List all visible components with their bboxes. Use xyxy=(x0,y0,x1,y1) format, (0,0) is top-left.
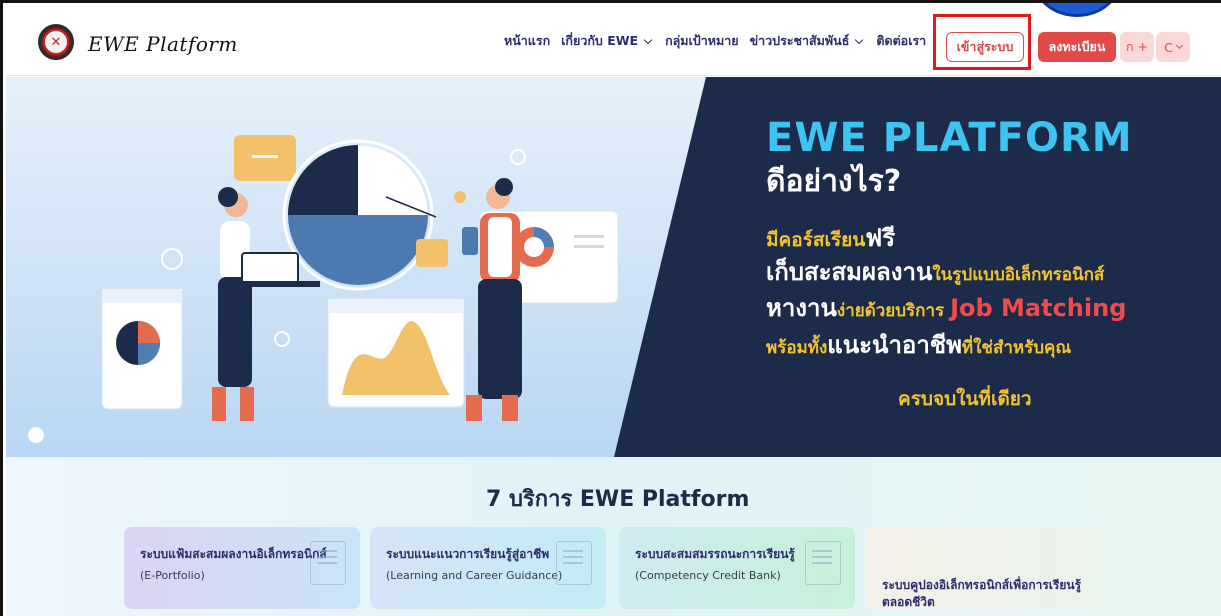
nav-item-about[interactable]: เกี่ยวกับ EWE xyxy=(561,31,654,51)
hero-line-career: พร้อมทั้งแนะนำอาชีพที่ใช่สำหรับคุณ xyxy=(766,329,1206,364)
logo-mark-icon: ✕ xyxy=(50,34,62,50)
services-section: 7 บริการ EWE Platform ระบบแฟ้มสะสมผลงานอ… xyxy=(6,457,1221,616)
nav-label: ติดต่อเรา xyxy=(876,33,927,48)
nav-label: หน้าแรก xyxy=(504,33,551,48)
register-button[interactable]: ลงทะเบียน xyxy=(1038,32,1116,62)
page-frame: ✕ EWE Platform หน้าแรก เกี่ยวกับ EWE กลุ… xyxy=(0,0,1221,616)
service-card-career-guidance[interactable]: ระบบแนะแนวการเรียนรู้สู่อาชีพ (Learning … xyxy=(370,527,606,609)
hero-text: ในรูปแบบอิเล็กทรอนิกส์ xyxy=(932,265,1105,285)
portfolio-icon xyxy=(310,541,346,585)
nav-label: ข่าวประชาสัมพันธ์ xyxy=(749,33,850,48)
guidance-icon xyxy=(556,541,592,585)
contrast-label: C xyxy=(1164,39,1173,55)
hero-text: ที่ใช่สำหรับคุณ xyxy=(961,338,1072,358)
nav-item-home[interactable]: หน้าแรก xyxy=(504,31,550,51)
hero-text: พร้อมทั้ง xyxy=(766,338,828,358)
ewe-logo-icon[interactable]: ✕ xyxy=(38,24,74,60)
hero-text: ง่ายด้วยบริการ xyxy=(836,301,945,321)
hero-line-free-courses: มีคอร์สเรียนฟรี xyxy=(766,225,1206,253)
service-card-e-portfolio[interactable]: ระบบแฟ้มสะสมผลงานอิเล็กทรอนิกส์ (E-Portf… xyxy=(124,527,360,609)
card-title: ระบบคูปองอิเล็กทรอนิกส์เพื่อการเรียนรู้ต… xyxy=(882,578,1082,609)
font-size-button[interactable]: ก + xyxy=(1120,32,1154,62)
main-nav: หน้าแรก เกี่ยวกับ EWE กลุ่มเป้าหมาย ข่าว… xyxy=(504,31,926,51)
credit-bank-icon xyxy=(805,541,841,585)
nav-item-contact[interactable]: ติดต่อเรา xyxy=(876,31,926,51)
hero-line-all-in-one: ครบจบในที่เดียว xyxy=(898,388,1032,410)
nav-item-target-groups[interactable]: กลุ่มเป้าหมาย xyxy=(665,31,739,51)
chevron-down-icon xyxy=(855,35,864,44)
hero-subtitle: ดีอย่างไร? xyxy=(766,164,902,199)
hero-text: ฟรี xyxy=(865,224,896,252)
contrast-button[interactable]: C xyxy=(1156,32,1190,62)
hero-text: Job Matching xyxy=(950,294,1127,322)
hero-text: หางาน xyxy=(766,294,837,322)
hero-line-portfolio: เก็บสะสมผลงานในรูปแบบอิเล็กทรอนิกส์ xyxy=(766,257,1206,290)
brand-name[interactable]: EWE Platform xyxy=(88,32,238,56)
hero-illustration xyxy=(28,135,619,443)
nav-item-news[interactable]: ข่าวประชาสัมพันธ์ xyxy=(750,31,866,51)
hero-title: EWE PLATFORM xyxy=(766,115,1133,161)
hero-text: เก็บสะสมผลงาน xyxy=(766,258,933,286)
nav-label: เกี่ยวกับ EWE xyxy=(561,33,639,48)
login-highlight-box xyxy=(933,14,1031,70)
top-navbar: ✕ EWE Platform หน้าแรก เกี่ยวกับ EWE กลุ… xyxy=(6,6,1221,76)
service-card-credit-bank[interactable]: ระบบสะสมสมรรถนะการเรียนรู้ (Competency C… xyxy=(619,527,855,609)
hero-banner: EWE PLATFORM ดีอย่างไร? มีคอร์สเรียนฟรี … xyxy=(6,77,1221,457)
service-card-e-coupon[interactable]: ระบบคูปองอิเล็กทรอนิกส์เพื่อการเรียนรู้ต… xyxy=(866,527,1102,609)
hero-line-job-matching: หางานง่ายด้วยบริการ Job Matching xyxy=(766,292,1206,327)
hero-text-block: EWE PLATFORM ดีอย่างไร? มีคอร์สเรียนฟรี … xyxy=(766,115,1206,414)
chevron-down-icon xyxy=(1175,41,1183,50)
hero-text: มีคอร์สเรียน xyxy=(766,229,866,251)
services-title: 7 บริการ EWE Platform xyxy=(486,487,750,512)
nav-label: กลุ่มเป้าหมาย xyxy=(665,33,739,48)
chevron-down-icon xyxy=(643,35,653,44)
hero-text: แนะนำอาชีพ xyxy=(827,331,962,359)
